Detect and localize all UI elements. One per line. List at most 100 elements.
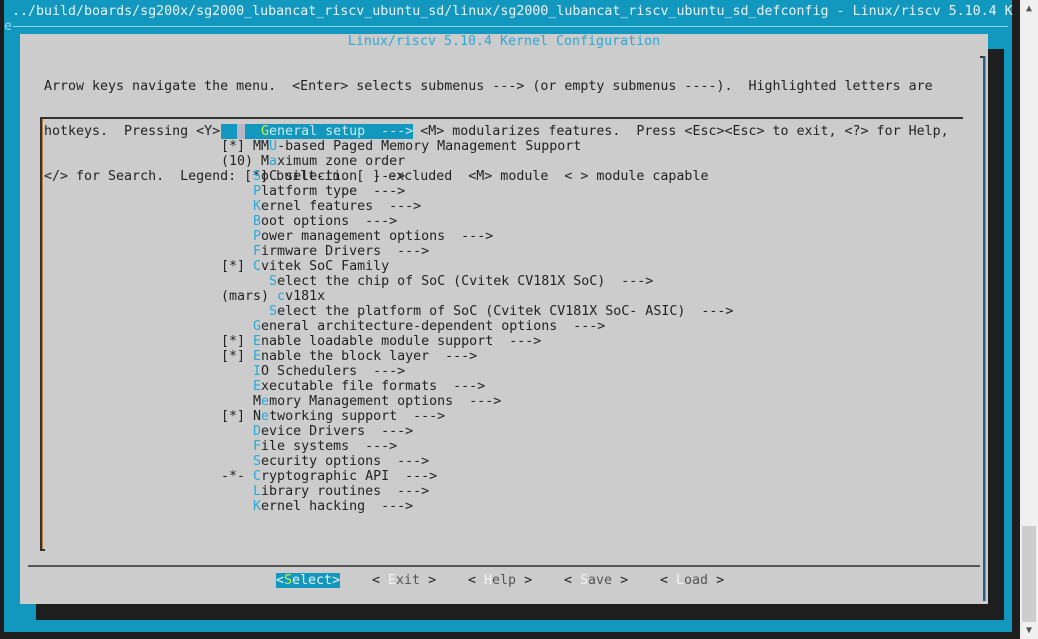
menu-item-label: nable loadable module support ---> — [261, 334, 542, 349]
save-button[interactable]: < Save > — [564, 573, 628, 588]
menu-item-prefix — [221, 454, 253, 469]
menu-item[interactable]: Kernel features ---> — [221, 199, 733, 214]
terminal-title-line: ../build/boards/sg200x/sg2000_lubancat_r… — [12, 4, 1013, 19]
scroll-down-icon[interactable]: ▼ — [1020, 623, 1038, 639]
menu-item[interactable]: Platform type ---> — [221, 184, 733, 199]
menu-item-prefix: [*] — [221, 409, 254, 424]
menu-item-hotkey: K — [253, 199, 262, 214]
menu-item[interactable]: Device Drivers ---> — [221, 424, 733, 439]
menu-item[interactable]: Boot options ---> — [221, 214, 733, 229]
dialog-shadow-bottom — [36, 604, 1004, 620]
menu-item-label: nable the block layer ---> — [261, 349, 478, 364]
load-button[interactable]: < Load > — [660, 573, 724, 588]
menu-item-label: ximum zone order — [277, 154, 406, 169]
button-label: xit — [396, 573, 421, 588]
menu-item-hotkey: G — [261, 124, 270, 139]
menu-item[interactable]: [*] MMU-based Paged Memory Management Su… — [221, 139, 733, 154]
kernel-config-dialog: Linux/riscv 5.10.4 Kernel Configuration … — [20, 34, 988, 604]
button-bar: <Select> < Exit > < Help > < Save > < Load > — [20, 573, 988, 588]
menu-item-prefix — [221, 214, 253, 229]
menu-item-prefix — [221, 244, 253, 259]
menu-item-prefix — [221, 484, 253, 499]
menu-item[interactable]: [*] Cvitek SoC Family — [221, 259, 733, 274]
menu-item[interactable]: -*- Cryptographic API ---> — [221, 469, 733, 484]
menu-item[interactable]: Select the platform of SoC (Cvitek CV181… — [221, 304, 733, 319]
menu-item[interactable]: (10) Maximum zone order — [221, 154, 733, 169]
menu-item-prefix — [221, 274, 269, 289]
menu-item-label: eneral setup ---> — [269, 124, 414, 139]
button-bracket: < — [372, 573, 389, 588]
menu-item-prefix: [*] — [221, 334, 254, 349]
menu-item-hotkey: S — [269, 274, 278, 289]
menu-item[interactable]: Kernel hacking ---> — [221, 499, 733, 514]
scrollbar-thumb[interactable] — [1022, 526, 1036, 622]
button-hotkey: L — [676, 573, 685, 588]
menu-item-prefix — [221, 439, 253, 454]
menu-item-label: eneral architecture-dependent options --… — [261, 319, 606, 334]
terminal-scrollbar[interactable]: ▲ ▼ — [1020, 0, 1038, 639]
scroll-up-icon[interactable]: ▲ — [1020, 0, 1038, 16]
menu-item[interactable]: File systems ---> — [221, 439, 733, 454]
button-bracket: > — [708, 573, 725, 588]
menu-item[interactable]: [*] Enable the block layer ---> — [221, 349, 733, 364]
menu-item-label: ernel features ---> — [261, 199, 422, 214]
menu-item[interactable]: Memory Management options ---> — [221, 394, 733, 409]
menu-item-label: N — [253, 409, 262, 424]
menu-item-prefix: (mars) — [221, 289, 278, 304]
menu-item-hotkey: c — [277, 289, 286, 304]
menu-box-left-shade — [42, 119, 43, 551]
help-button[interactable]: < Help > — [468, 573, 532, 588]
menu-item[interactable]: Security options ---> — [221, 454, 733, 469]
menu-item-hotkey: G — [253, 319, 262, 334]
menu-item[interactable]: [*] Networking support ---> — [221, 409, 733, 424]
button-bracket: > — [612, 573, 629, 588]
buttons-separator — [28, 565, 980, 567]
menu-item[interactable]: General setup ---> — [221, 124, 733, 139]
menu-item[interactable]: Firmware Drivers ---> — [221, 244, 733, 259]
menu-item-prefix — [221, 424, 253, 439]
menu-item[interactable]: SoC selection ---> — [221, 169, 733, 184]
menu-box-top-border — [40, 117, 963, 119]
menu-item[interactable]: Executable file formats ---> — [221, 379, 733, 394]
menu-item[interactable]: Power management options ---> — [221, 229, 733, 244]
menu-item-prefix — [221, 394, 253, 409]
menu-item-prefix — [221, 304, 269, 319]
menu-item-label: oot options ---> — [261, 214, 398, 229]
dialog-title: Linux/riscv 5.10.4 Kernel Configuration — [347, 34, 661, 49]
menu-item[interactable]: (mars) cv181x — [221, 289, 733, 304]
menu-item-label: O Schedulers ---> — [261, 364, 406, 379]
menu-item-prefix — [221, 379, 253, 394]
button-bracket: < — [660, 573, 677, 588]
button-hotkey: S — [580, 573, 589, 588]
menu-item-label: vitek SoC Family — [261, 259, 390, 274]
button-bracket: > — [516, 573, 533, 588]
exit-button[interactable]: < Exit > — [372, 573, 436, 588]
menu-item-hotkey: E — [253, 379, 262, 394]
menu-item-prefix: (10) — [221, 154, 262, 169]
menu-item-label: tworking support ---> — [269, 409, 446, 424]
menu-item-prefix — [221, 199, 253, 214]
menu-item[interactable]: IO Schedulers ---> — [221, 364, 733, 379]
selected-item-highlight[interactable]: General setup ---> — [221, 124, 414, 139]
menu-item[interactable]: General architecture-dependent options -… — [221, 319, 733, 334]
select-button[interactable]: <Select> — [276, 573, 341, 588]
button-hotkey: H — [484, 573, 493, 588]
terminal-second-line: e — [4, 19, 1012, 34]
menu-item-label: elect the chip of SoC (Cvitek CV181X SoC… — [277, 274, 654, 289]
menu-item-prefix: -*- — [221, 469, 254, 484]
button-label: oad — [684, 573, 709, 588]
menu-item[interactable]: Library routines ---> — [221, 484, 733, 499]
dialog-frame-right-shade — [985, 56, 986, 601]
menu-item[interactable]: [*] Enable loadable module support ---> — [221, 334, 733, 349]
menu-item-hotkey: E — [253, 334, 262, 349]
menu-item-hotkey: e — [261, 394, 270, 409]
menu-item-hotkey: P — [253, 229, 262, 244]
cursor-block — [237, 124, 246, 139]
menu-box-bottom-corner — [40, 549, 45, 551]
menu-item-prefix: [*] — [221, 139, 254, 154]
menu-item-hotkey: e — [261, 409, 270, 424]
menu-item-label: v181x — [285, 289, 326, 304]
button-label: ave — [588, 573, 613, 588]
button-bracket: < — [564, 573, 581, 588]
menu-item[interactable]: Select the chip of SoC (Cvitek CV181X So… — [221, 274, 733, 289]
